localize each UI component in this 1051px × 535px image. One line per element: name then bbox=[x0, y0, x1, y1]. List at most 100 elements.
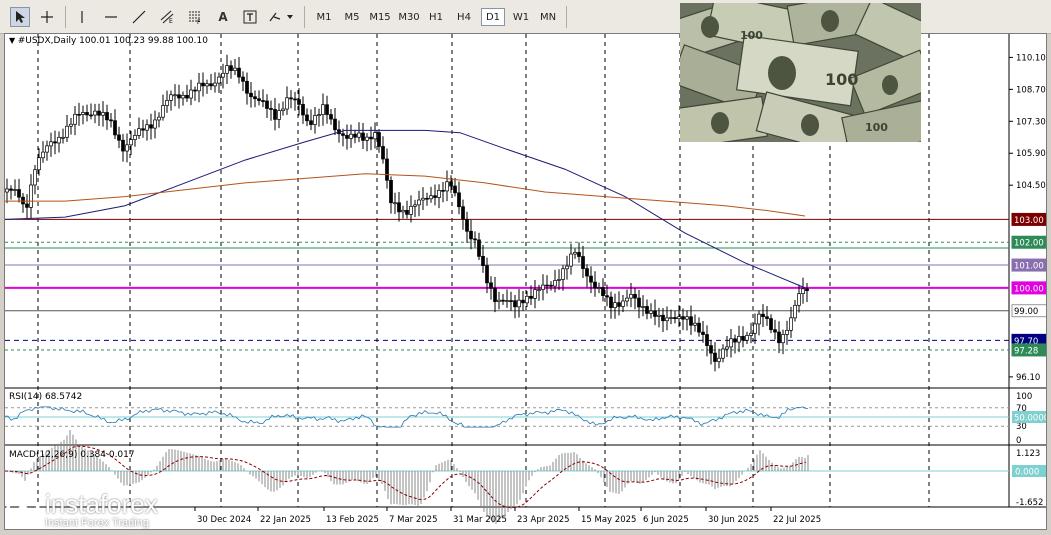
trendline-icon[interactable] bbox=[129, 7, 149, 27]
candle-body bbox=[233, 67, 237, 71]
macd-axis-label: -1.652 bbox=[1016, 498, 1043, 508]
candle-body bbox=[669, 317, 673, 319]
candle-body bbox=[213, 82, 217, 87]
candle-body bbox=[629, 293, 633, 299]
date-axis-label: 31 Mar 2025 bbox=[453, 515, 507, 525]
candle-body bbox=[97, 110, 101, 116]
candle-body bbox=[229, 65, 233, 71]
rsi-axis-label: 0 bbox=[1016, 436, 1021, 446]
candle-body bbox=[673, 317, 677, 319]
collapse-arrow-icon[interactable]: ▼ bbox=[9, 36, 18, 45]
candle-body bbox=[341, 133, 345, 136]
timeframe-mn[interactable]: MN bbox=[536, 8, 560, 26]
text-label-icon[interactable] bbox=[240, 7, 260, 27]
candle-body bbox=[617, 302, 621, 307]
macd-label: MACD(12,26,9) 0.384 0.017 bbox=[9, 450, 135, 460]
candle-body bbox=[585, 268, 589, 277]
timeframe-d1[interactable]: D1 bbox=[481, 8, 505, 26]
candle-body bbox=[485, 265, 489, 284]
logo-name: instaforex bbox=[45, 489, 158, 519]
candle-body bbox=[569, 253, 573, 267]
text-icon[interactable]: A bbox=[213, 7, 233, 27]
horizontal-line-icon[interactable] bbox=[101, 7, 121, 27]
crosshair-icon[interactable] bbox=[37, 7, 57, 27]
candle-body bbox=[133, 135, 137, 140]
candle-body bbox=[53, 141, 57, 144]
candle-body bbox=[541, 284, 545, 290]
candle-body bbox=[737, 336, 741, 343]
candle-body bbox=[801, 288, 805, 294]
timeframe-h1[interactable]: H1 bbox=[424, 8, 448, 26]
candle-body bbox=[589, 275, 593, 283]
candle-body bbox=[721, 348, 725, 359]
candle-body bbox=[13, 189, 17, 191]
candle-body bbox=[301, 104, 305, 116]
candle-body bbox=[137, 128, 141, 136]
price-axis-label: 96.10 bbox=[1016, 373, 1040, 383]
timeframe-m1[interactable]: M1 bbox=[312, 8, 336, 26]
candle-body bbox=[153, 119, 157, 129]
candle-body bbox=[73, 113, 77, 125]
price-level-label: 100.00 bbox=[1014, 284, 1044, 294]
candle-body bbox=[381, 146, 385, 160]
candle-body bbox=[469, 230, 473, 240]
logo-tagline: Instant Forex Trading bbox=[45, 517, 149, 529]
price-axis-label: 104.50 bbox=[1016, 181, 1046, 191]
candle-body bbox=[749, 332, 753, 336]
rsi-axis-label: 30 bbox=[1016, 422, 1027, 432]
candle-body bbox=[29, 184, 33, 208]
candle-body bbox=[729, 338, 733, 348]
candle-body bbox=[553, 280, 557, 287]
candle-body bbox=[193, 89, 197, 92]
candle-body bbox=[77, 113, 81, 116]
timeframe-m15[interactable]: M15 bbox=[366, 8, 394, 26]
timeframe-h4[interactable]: H4 bbox=[452, 8, 476, 26]
candle-body bbox=[313, 115, 317, 125]
vertical-line-icon[interactable] bbox=[72, 7, 92, 27]
cursor-icon[interactable] bbox=[10, 7, 30, 27]
shapes-icon[interactable] bbox=[266, 7, 298, 27]
candle-body bbox=[397, 202, 401, 213]
candle-body bbox=[201, 82, 205, 87]
candle-body bbox=[753, 323, 757, 334]
toolbar-separator bbox=[566, 6, 567, 28]
date-axis-label: 30 Jun 2025 bbox=[708, 515, 759, 525]
candle-body bbox=[49, 141, 53, 147]
candle-body bbox=[81, 112, 85, 115]
price-level-label: 101.00 bbox=[1014, 262, 1044, 272]
candle-body bbox=[701, 331, 705, 335]
candle-body bbox=[797, 293, 801, 306]
candle-body bbox=[449, 181, 453, 187]
candle-body bbox=[441, 189, 445, 192]
candle-body bbox=[637, 297, 641, 308]
candle-body bbox=[489, 282, 493, 289]
candle-body bbox=[105, 112, 109, 121]
candle-body bbox=[41, 151, 45, 159]
candle-body bbox=[453, 185, 457, 194]
candle-body bbox=[461, 206, 465, 220]
timeframe-m30[interactable]: M30 bbox=[395, 8, 423, 26]
candle-body bbox=[597, 287, 601, 289]
candle-body bbox=[253, 96, 257, 100]
timeframe-w1[interactable]: W1 bbox=[509, 8, 533, 26]
candle-body bbox=[241, 76, 245, 82]
candle-body bbox=[533, 289, 537, 299]
candle-body bbox=[177, 94, 181, 99]
candle-body bbox=[293, 98, 297, 101]
candle-body bbox=[465, 218, 469, 232]
candle-body bbox=[385, 158, 389, 181]
chart-header: ▼ #USDX,Daily 100.01 100.23 99.88 100.10 bbox=[9, 36, 208, 46]
candle-body bbox=[581, 256, 585, 269]
candle-body bbox=[657, 314, 661, 317]
candle-body bbox=[57, 136, 61, 144]
candle-body bbox=[409, 205, 413, 215]
fibonacci-icon[interactable]: F bbox=[185, 7, 205, 27]
candle-body bbox=[281, 108, 285, 111]
moving-average-fast bbox=[5, 129, 806, 289]
candle-body bbox=[697, 322, 701, 333]
candle-body bbox=[741, 336, 745, 341]
candle-body bbox=[149, 124, 153, 129]
timeframe-m5[interactable]: M5 bbox=[340, 8, 364, 26]
equidistant-channel-icon[interactable]: E bbox=[157, 7, 177, 27]
candle-body bbox=[45, 145, 49, 153]
